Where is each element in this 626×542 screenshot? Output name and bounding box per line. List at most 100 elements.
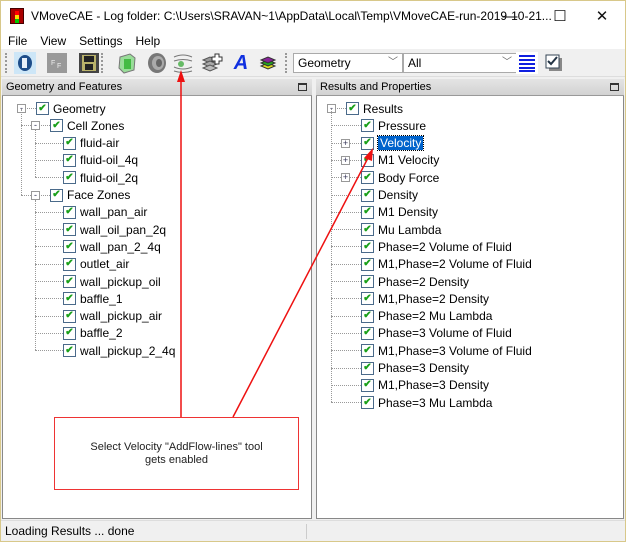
collapse-icon[interactable]: - [31,190,40,200]
checkbox[interactable]: ✔ [361,378,374,392]
tree-item-zone[interactable]: ✔ wall_pickup_oil [63,273,161,290]
collapse-icon[interactable]: - [31,121,40,131]
expand-icon[interactable]: + [341,155,350,165]
checkbox[interactable]: ✔ [63,153,76,167]
tree-item-geometry[interactable]: ✔ Geometry [36,100,106,117]
checkbox[interactable]: ✔ [63,240,76,254]
tree-item-result[interactable]: ✔ M1,Phase=2 Volume of Fluid [361,256,532,273]
tree-item-result[interactable]: ✔ M1,Phase=3 Density [361,377,489,394]
tree-item-result[interactable]: ✔ Phase=3 Density [361,360,469,377]
tree-item-group[interactable]: ✔ Face Zones [50,187,130,204]
expand-icon[interactable]: + [341,173,350,183]
tree-item-result[interactable]: ✔ M1,Phase=2 Density [361,290,489,307]
toolbar-grip[interactable] [5,53,8,73]
tree-line [331,246,361,248]
tree-item-result[interactable]: ✔ M1,Phase=3 Volume of Fluid [361,342,532,359]
cube-button[interactable] [116,52,138,74]
checkbox[interactable]: ✔ [361,240,374,254]
tree-item-zone[interactable]: ✔ wall_pan_air [63,204,147,221]
add-layer-button[interactable] [201,52,223,74]
tree-item-result[interactable]: ✔ Phase=3 Mu Lambda [361,394,492,411]
checkbox[interactable]: ✔ [361,275,374,288]
checkbox[interactable]: ✔ [361,153,374,167]
checkbox[interactable]: ✔ [63,223,76,237]
close-button[interactable]: ✕ [579,1,625,31]
checkbox[interactable]: ✔ [361,309,374,323]
tree-item-zone[interactable]: ✔ baffle_1 [63,290,123,307]
checkbox[interactable]: ✔ [361,205,374,219]
maximize-button[interactable]: ☐ [537,1,583,31]
tree-item-result[interactable]: ✔ M1 Density [361,204,438,221]
checkbox[interactable]: ✔ [361,171,374,185]
checkbox[interactable]: ✔ [63,205,76,219]
tree-item-result[interactable]: ✔ Mu Lambda [361,221,441,238]
checkbox[interactable]: ✔ [50,119,63,133]
toolbar-grip[interactable] [285,53,288,73]
tree-item-zone[interactable]: ✔ baffle_2 [63,325,123,342]
tree-item-result[interactable]: ✔ Body Force [361,169,439,186]
ff-button[interactable]: FF [46,52,68,74]
tree-item-result[interactable]: ✔ Phase=2 Volume of Fluid [361,238,512,255]
tree-line [27,108,36,109]
checkbox[interactable]: ✔ [361,223,374,237]
checkbox[interactable]: ✔ [346,102,359,115]
checkbox[interactable]: ✔ [50,188,63,202]
text-button[interactable]: A [230,52,252,74]
menu-view[interactable]: View [33,34,72,48]
tree-item-result[interactable]: ✔ M1 Velocity [361,152,439,169]
open-button[interactable] [14,52,36,74]
checkbox[interactable]: ✔ [63,309,76,323]
tree-item-result[interactable]: ✔ Density [361,187,418,204]
layers-button[interactable] [257,52,279,74]
checkbox[interactable]: ✔ [63,257,76,271]
checkbox[interactable]: ✔ [63,171,76,185]
results-tree: - ✔ Results ✔ Pressure + ✔ Velocity + ✔ M1 Velocit… [316,96,624,519]
check-all-button[interactable] [543,52,565,74]
tree-item-results[interactable]: ✔ Results [346,100,403,117]
checkbox[interactable]: ✔ [63,326,76,340]
checkbox[interactable]: ✔ [361,136,374,150]
filter-combo[interactable]: All ﹀ [403,53,517,73]
menu-file[interactable]: File [1,34,33,48]
checkbox[interactable]: ✔ [36,102,49,115]
tree-item-result[interactable]: ✔ Phase=2 Mu Lambda [361,308,492,325]
checkbox[interactable]: ✔ [361,188,374,202]
tree-item-zone[interactable]: ✔ wall_pickup_2_4q [63,342,175,359]
checkbox[interactable]: ✔ [361,361,374,375]
add-flow-lines-button[interactable] [172,52,194,74]
tree-item-result[interactable]: ✔ Phase=3 Volume of Fluid [361,325,512,342]
panel-maximize-icon[interactable] [610,83,619,91]
checkbox[interactable]: ✔ [361,257,374,271]
geometry-combo[interactable]: Geometry ﹀ [293,53,403,73]
tree-item-zone[interactable]: ✔ wall_oil_pan_2q [63,221,166,238]
tree-item-result[interactable]: ✔ Pressure [361,117,426,134]
menu-settings[interactable]: Settings [72,34,128,48]
tree-item-zone[interactable]: ✔ fluid-air [63,135,119,152]
toolbar: FF A Geometry ﹀ All ﹀ [1,49,625,77]
checkbox[interactable]: ✔ [63,136,76,150]
checkbox[interactable]: ✔ [63,344,76,358]
minimize-button[interactable]: — [487,1,533,31]
expand-icon[interactable]: + [341,138,350,148]
tree-item-zone[interactable]: ✔ fluid-oil_2q [63,169,138,186]
tree-item-group[interactable]: ✔ Cell Zones [50,117,124,134]
tree-item-velocity-selected[interactable]: ✔ Velocity [361,135,425,152]
checkbox[interactable]: ✔ [361,344,374,358]
checkbox[interactable]: ✔ [361,396,374,410]
tree-item-zone[interactable]: ✔ outlet_air [63,256,129,273]
menu-help[interactable]: Help [129,34,167,48]
panel-maximize-icon[interactable] [298,83,307,91]
checkbox[interactable]: ✔ [361,119,374,133]
toolbar-grip[interactable] [101,53,104,73]
checkbox[interactable]: ✔ [63,292,76,306]
checkbox[interactable]: ✔ [361,292,374,306]
save-button[interactable] [78,52,100,74]
disk-button[interactable] [146,52,168,74]
checkbox[interactable]: ✔ [361,326,374,340]
checkbox[interactable]: ✔ [63,275,76,288]
tree-item-zone[interactable]: ✔ fluid-oil_4q [63,152,138,169]
tree-item-zone[interactable]: ✔ wall_pickup_air [63,308,162,325]
list-button[interactable] [516,52,538,74]
tree-item-zone[interactable]: ✔ wall_pan_2_4q [63,238,161,255]
tree-item-result[interactable]: ✔ Phase=2 Density [361,273,469,290]
